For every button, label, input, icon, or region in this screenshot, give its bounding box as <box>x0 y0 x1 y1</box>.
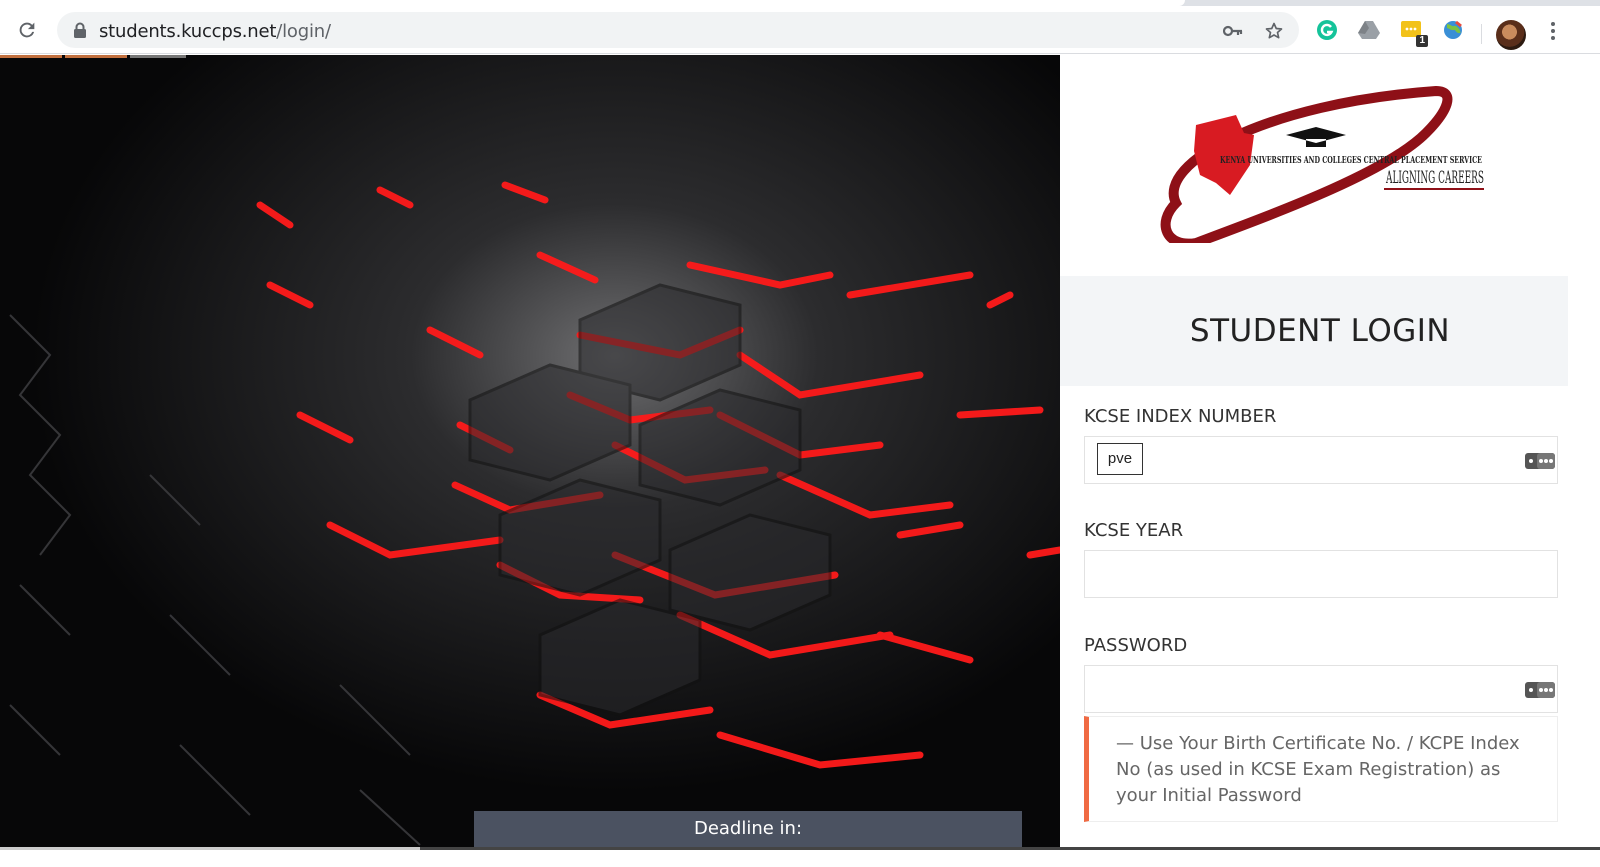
toolbar-divider <box>1481 24 1482 44</box>
deadline-banner: Deadline in: <box>474 811 1022 847</box>
hexagon-background <box>0 55 1060 847</box>
kcse-year-input[interactable] <box>1084 550 1558 598</box>
url-text[interactable]: students.kuccps.net/login/ <box>99 21 331 42</box>
kebab-menu-icon[interactable] <box>1544 18 1562 44</box>
key-icon[interactable] <box>1223 21 1243 41</box>
kuccps-logo: KENYA UNIVERSITIES AND COLLEGES CENTRAL … <box>1160 85 1484 243</box>
password-manager-icon[interactable] <box>1525 450 1555 472</box>
globe-extension-icon[interactable] <box>1441 18 1465 42</box>
index-number-input[interactable]: pve <box>1084 436 1558 484</box>
scrollbar-thumb[interactable] <box>420 847 1600 850</box>
address-bar[interactable]: students.kuccps.net/login/ <box>57 12 1299 48</box>
logo-tagline: ALIGNING CAREERS <box>1385 168 1484 188</box>
scrollbar-track <box>0 847 1600 850</box>
login-title: STUDENT LOGIN <box>1189 313 1451 349</box>
drive-icon[interactable] <box>1357 18 1381 42</box>
password-label: PASSWORD <box>1084 635 1188 656</box>
hero-image: Deadline in: <box>0 55 1060 847</box>
password-hint-text: — Use Your Birth Certificate No. / KCPE … <box>1116 733 1520 806</box>
deadline-label: Deadline in: <box>693 818 803 839</box>
logo-org-name: KENYA UNIVERSITIES AND COLLEGES CENTRAL … <box>1220 156 1482 166</box>
password-input[interactable] <box>1084 665 1558 713</box>
page-content: Deadline in: KENYA UNIVERSITIES AND COLL… <box>0 55 1600 847</box>
lock-icon[interactable] <box>71 21 89 39</box>
grammarly-icon[interactable] <box>1315 18 1339 42</box>
notes-extension-icon[interactable]: 1 <box>1399 18 1428 47</box>
password-hint: — Use Your Birth Certificate No. / KCPE … <box>1084 716 1558 822</box>
countdown-segments <box>0 55 186 58</box>
extension-badge: 1 <box>1416 35 1428 47</box>
url-path: /login/ <box>276 21 331 42</box>
url-host: students.kuccps.net <box>99 21 277 42</box>
login-header: STUDENT LOGIN <box>1060 276 1568 386</box>
reload-icon[interactable] <box>14 17 40 43</box>
browser-toolbar: students.kuccps.net/login/ 1 <box>0 6 1600 54</box>
password-manager-icon[interactable] <box>1525 679 1555 701</box>
index-number-label: KCSE INDEX NUMBER <box>1084 406 1277 427</box>
profile-avatar[interactable] <box>1496 20 1526 50</box>
login-panel: KENYA UNIVERSITIES AND COLLEGES CENTRAL … <box>1060 55 1600 847</box>
kcse-year-label: KCSE YEAR <box>1084 520 1184 541</box>
autofill-chip[interactable]: pve <box>1097 443 1143 475</box>
star-icon[interactable] <box>1264 21 1284 41</box>
